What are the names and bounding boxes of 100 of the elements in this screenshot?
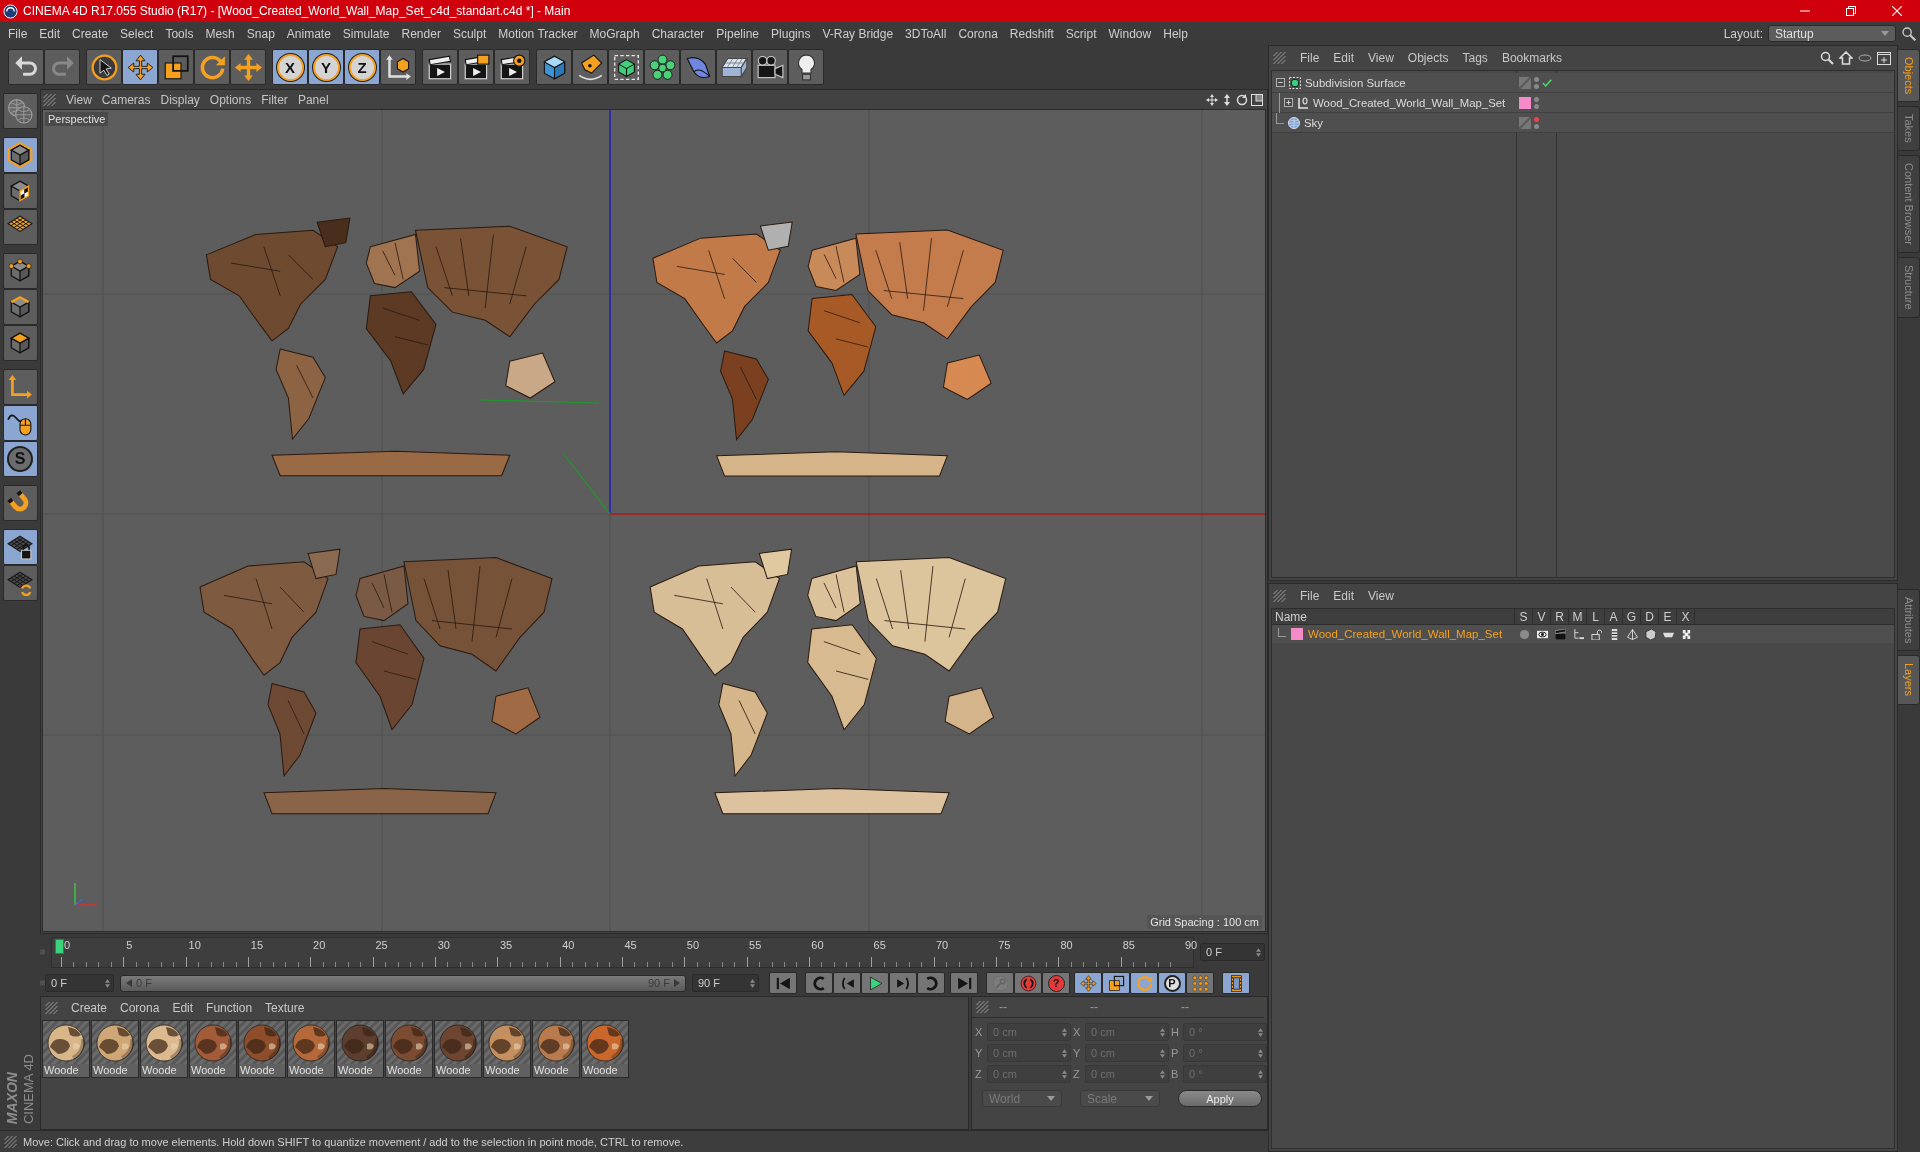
menu-item[interactable]: Tags <box>1462 51 1488 65</box>
menu-item[interactable]: Motion Tracker <box>492 26 584 41</box>
side-tab[interactable]: Attributes <box>1898 589 1920 652</box>
menu-item[interactable]: MoGraph <box>583 26 646 41</box>
menu-item[interactable]: Tools <box>159 26 200 41</box>
render-region-button[interactable] <box>458 49 494 85</box>
pen-tool-button[interactable] <box>572 49 608 85</box>
material-item[interactable]: Woode <box>581 1020 629 1078</box>
side-tab[interactable]: Layers <box>1898 655 1920 705</box>
clapperboard-icon[interactable] <box>1554 628 1566 640</box>
menu-item[interactable]: Texture <box>265 1000 305 1015</box>
object-row[interactable]: Sky <box>1272 113 1894 133</box>
column-header[interactable]: S <box>1519 609 1528 624</box>
model-mode-button[interactable] <box>2 137 38 173</box>
floor-button[interactable] <box>716 49 752 85</box>
menu-item[interactable]: Render <box>395 26 447 41</box>
search-icon[interactable] <box>1901 26 1916 41</box>
spin-arrows-icon[interactable] <box>1256 947 1261 957</box>
search-icon[interactable] <box>1820 51 1834 65</box>
viewport-menu-item[interactable]: Display <box>160 92 200 107</box>
menu-item[interactable]: Plugins <box>765 26 817 41</box>
menu-item[interactable]: Simulate <box>336 26 396 41</box>
magnet-tool-button[interactable] <box>2 485 38 521</box>
align-workplane-button[interactable] <box>2 565 38 601</box>
menu-item[interactable]: View <box>1368 589 1394 603</box>
axis-lock-button[interactable]: Y <box>308 49 344 85</box>
grip-icon[interactable] <box>4 1135 17 1148</box>
end-frame-field[interactable]: 90 F <box>692 974 759 992</box>
go-to-end-button[interactable] <box>950 972 978 994</box>
grip-icon[interactable] <box>45 1001 58 1014</box>
camera-label[interactable]: Perspective <box>45 112 109 126</box>
column-header[interactable]: L <box>1592 609 1599 624</box>
menu-item[interactable]: Snap <box>240 26 281 41</box>
solo-dot-icon[interactable] <box>1518 628 1530 640</box>
rotate-tool-button[interactable] <box>194 49 230 85</box>
layer-color-swatch[interactable] <box>1291 628 1303 640</box>
check-icon[interactable] <box>1542 77 1552 88</box>
menu-item[interactable]: Corona <box>952 26 1004 41</box>
maximize-icon[interactable] <box>1251 93 1263 106</box>
menu-item[interactable]: Select <box>114 26 160 41</box>
render-visibility-dot[interactable] <box>1534 83 1539 89</box>
material-item[interactable]: Woode <box>238 1020 286 1078</box>
pan-icon[interactable] <box>1206 93 1218 106</box>
render-visibility-dot[interactable] <box>1534 103 1539 109</box>
key-scale-button[interactable] <box>1102 972 1130 994</box>
menu-item[interactable]: V-Ray Bridge <box>816 26 900 41</box>
scale-tool-button[interactable] <box>158 49 194 85</box>
menu-item[interactable]: Sculpt <box>446 26 493 41</box>
object-row[interactable]: Subdivision Surface <box>1272 73 1894 93</box>
grip-icon[interactable] <box>43 93 56 106</box>
editor-visibility-dot[interactable] <box>1534 76 1539 82</box>
material-item[interactable]: Woode <box>189 1020 237 1078</box>
points-mode-button[interactable] <box>2 253 38 289</box>
timeline-button[interactable] <box>1222 972 1250 994</box>
hexagon-icon[interactable] <box>1644 628 1656 640</box>
menu-item[interactable]: View <box>1368 51 1394 65</box>
cloner-button[interactable] <box>644 49 680 85</box>
padlock-icon[interactable] <box>1590 628 1602 640</box>
menu-item[interactable]: File <box>1300 589 1320 603</box>
menu-item[interactable]: Script <box>1059 26 1103 41</box>
menu-item[interactable]: Character <box>645 26 711 41</box>
axis-mode-button[interactable] <box>2 369 38 405</box>
material-item[interactable]: Woode <box>287 1020 335 1078</box>
key-parameter-button[interactable]: P <box>1158 972 1186 994</box>
apply-button[interactable]: Apply <box>1178 1090 1262 1107</box>
x-shape-icon[interactable] <box>1680 628 1692 640</box>
side-tab[interactable]: Takes <box>1898 106 1920 152</box>
material-item[interactable]: Woode <box>385 1020 433 1078</box>
move-tool-button[interactable] <box>122 49 158 85</box>
side-tab[interactable]: Structure <box>1898 257 1920 318</box>
undo-button[interactable] <box>8 49 44 85</box>
spin-arrows-icon[interactable] <box>105 978 110 988</box>
viewport-canvas[interactable]: Perspective Grid Spacing : 100 cm <box>42 109 1266 932</box>
column-header[interactable]: D <box>1645 609 1654 624</box>
dolly-icon[interactable] <box>1221 93 1233 106</box>
plus-square-icon[interactable] <box>1877 51 1891 65</box>
tweak-mode-button[interactable] <box>2 405 38 441</box>
menu-item[interactable]: Mesh <box>199 26 241 41</box>
coordinate-system-button[interactable] <box>380 49 416 85</box>
menu-item[interactable]: File <box>2 26 34 41</box>
key-points-button[interactable] <box>1186 972 1214 994</box>
menu-item[interactable]: 3DToAll <box>899 26 953 41</box>
previous-frame-button[interactable] <box>833 972 861 994</box>
column-header[interactable]: A <box>1609 609 1618 624</box>
layer-color-swatch[interactable] <box>1519 96 1531 109</box>
menu-item[interactable]: File <box>1300 51 1320 65</box>
polygons-mode-button[interactable] <box>2 325 38 361</box>
material-item[interactable]: Woode <box>42 1020 90 1078</box>
menu-item[interactable]: Pipeline <box>710 26 766 41</box>
menu-item[interactable]: Redshift <box>1003 26 1060 41</box>
select-tool-button[interactable] <box>86 49 122 85</box>
play-button[interactable] <box>861 972 889 994</box>
layout-dropdown[interactable]: Startup <box>1768 25 1896 42</box>
viewport-menu-item[interactable]: Panel <box>297 92 329 107</box>
column-header[interactable]: E <box>1663 609 1672 624</box>
object-row[interactable]: Wood_Created_World_Wall_Map_Set <box>1272 93 1894 113</box>
column-header[interactable]: X <box>1681 609 1690 624</box>
menu-item[interactable]: Corona <box>120 1000 160 1015</box>
key-info-button[interactable]: ? <box>1042 972 1070 994</box>
material-item[interactable]: Woode <box>483 1020 531 1078</box>
